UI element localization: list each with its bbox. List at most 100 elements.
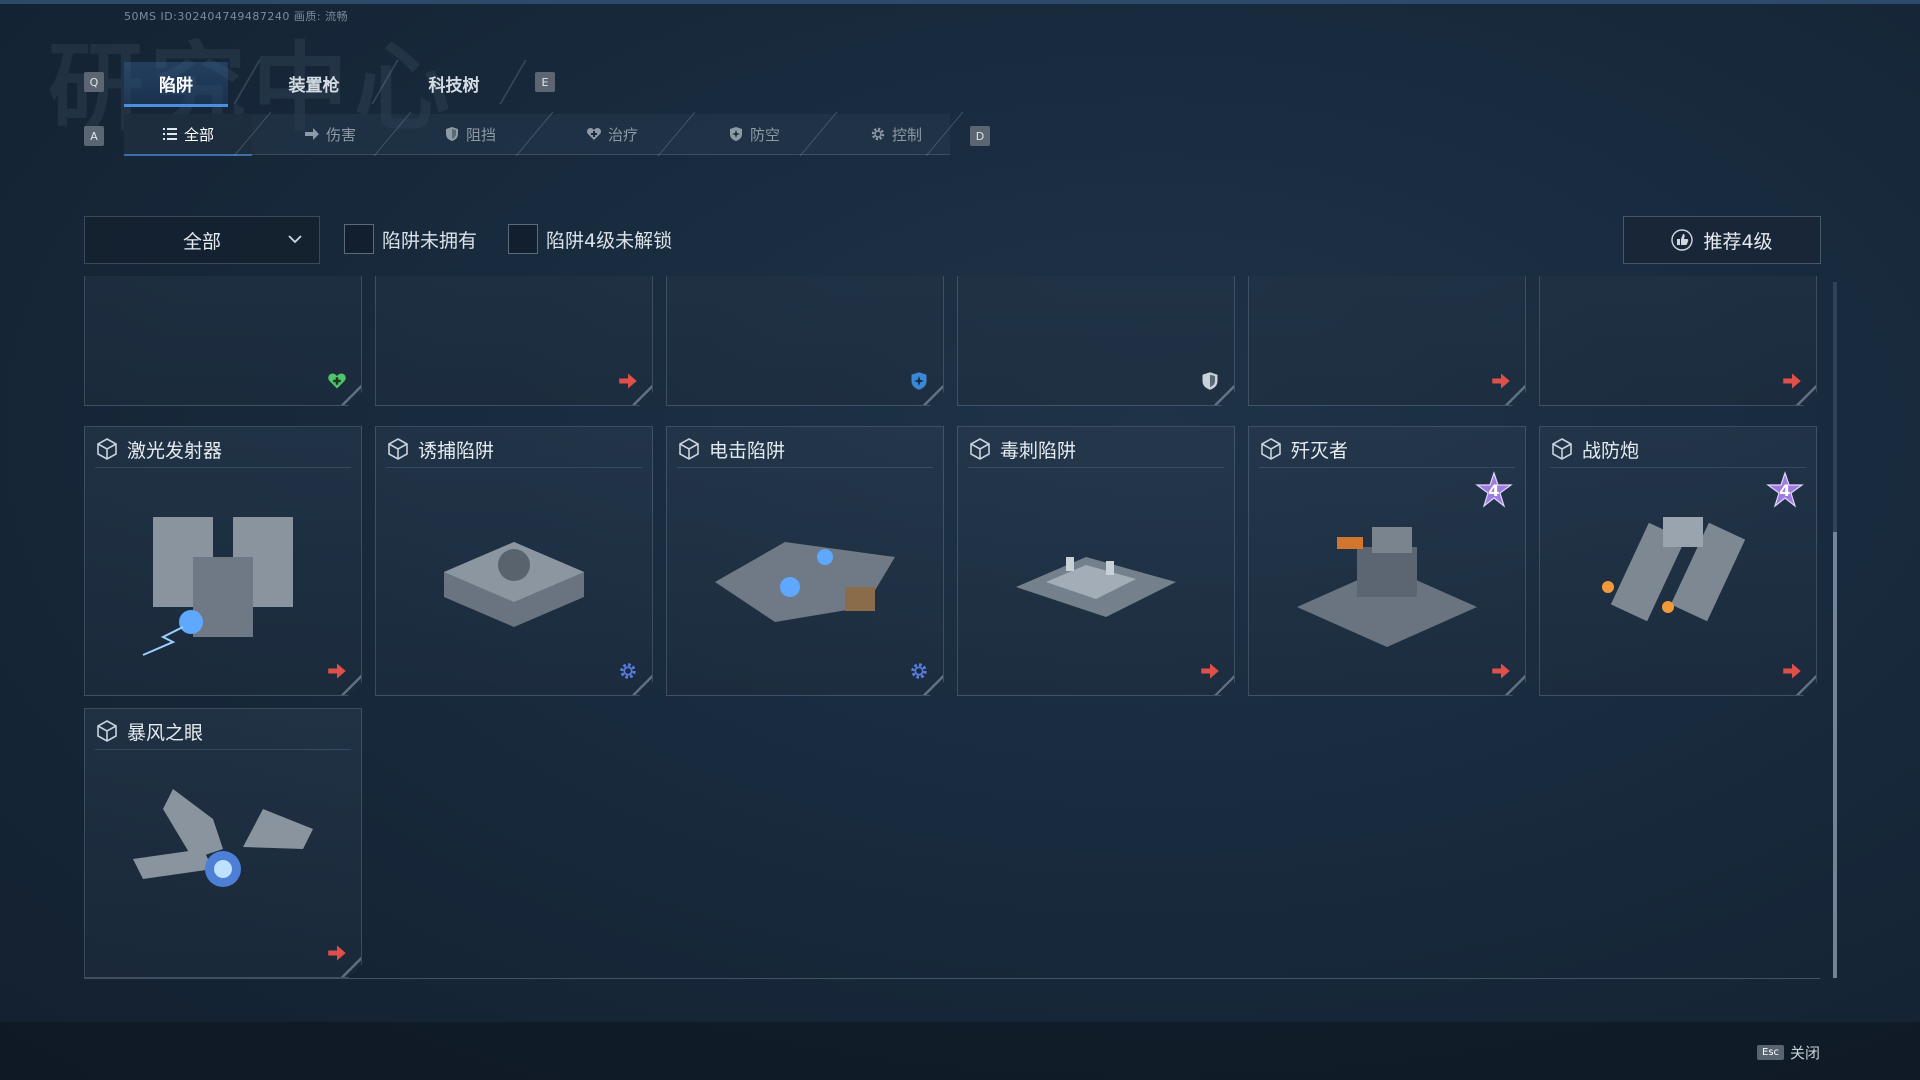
- trap-card-snare-trap[interactable]: 诱捕陷阱: [375, 426, 653, 696]
- cube-icon: [1550, 437, 1574, 461]
- card-corner: [341, 957, 361, 977]
- recommend-label: 推荐4级: [1703, 230, 1773, 253]
- close-label: 关闭: [1790, 1044, 1821, 1062]
- subtab-block[interactable]: 阻挡: [406, 114, 534, 154]
- cube-icon: [95, 437, 119, 461]
- subtab-label: 伤害: [325, 125, 356, 144]
- card-corner: [1214, 385, 1234, 405]
- card-header: 激光发射器: [95, 435, 351, 463]
- chevron-down-icon: [288, 235, 302, 244]
- trap-artwork: [986, 487, 1206, 657]
- card-name: 歼灭者: [1291, 439, 1349, 462]
- card-name: 毒刺陷阱: [1000, 439, 1077, 462]
- cube-icon: [677, 437, 701, 461]
- card-corner: [1214, 675, 1234, 695]
- trap-artwork: [1277, 487, 1497, 657]
- unowned-checkbox[interactable]: [344, 224, 374, 254]
- key-hint-a: A: [84, 126, 104, 146]
- trap-grid: 激光发射器 诱捕陷阱 电击陷阱 毒刺陷阱 歼灭者 4 战防炮 4 暴风之眼: [84, 276, 1820, 978]
- subtab-label: 控制: [891, 125, 922, 144]
- trap-card-storm-eye[interactable]: 暴风之眼: [84, 708, 362, 978]
- top-accent-line: [0, 0, 1920, 4]
- trap-card[interactable]: [84, 276, 362, 406]
- card-corner: [1505, 385, 1525, 405]
- subtab-label: 防空: [749, 125, 780, 144]
- subtab-label: 全部: [183, 125, 214, 144]
- thumbs-up-icon: [1671, 229, 1694, 251]
- gear-icon: [871, 127, 885, 141]
- footer-bar: [0, 1022, 1920, 1080]
- heart-plus-icon: [586, 127, 602, 140]
- trap-artwork: [404, 487, 624, 657]
- shield-icon: [445, 127, 458, 141]
- key-hint-d: D: [970, 126, 990, 146]
- trap-card-spike-trap[interactable]: 毒刺陷阱: [957, 426, 1235, 696]
- subtab-label: 阻挡: [465, 125, 496, 144]
- close-button[interactable]: Esc 关闭: [1757, 1042, 1820, 1063]
- card-divider: [95, 749, 351, 750]
- trap-card-laser-emitter[interactable]: 激光发射器: [84, 426, 362, 696]
- subtab-heal[interactable]: 治疗: [548, 114, 676, 154]
- card-divider: [968, 467, 1224, 468]
- card-name: 诱捕陷阱: [418, 439, 495, 462]
- trap-artwork: [1568, 487, 1788, 657]
- scrollbar-thumb[interactable]: [1833, 532, 1837, 978]
- tab-guardians[interactable]: 装置枪: [262, 62, 366, 104]
- card-name: 暴风之眼: [127, 721, 204, 744]
- card-header: 战防炮: [1550, 435, 1806, 463]
- card-corner: [632, 675, 652, 695]
- cube-icon: [968, 437, 992, 461]
- esc-key-hint: Esc: [1757, 1045, 1785, 1060]
- card-header: 诱捕陷阱: [386, 435, 642, 463]
- trap-card[interactable]: [1539, 276, 1817, 406]
- trap-card-annihilator[interactable]: 歼灭者 4: [1248, 426, 1526, 696]
- cube-icon: [386, 437, 410, 461]
- trap-artwork: [113, 487, 333, 657]
- card-divider: [677, 467, 933, 468]
- tab-traps[interactable]: 陷阱: [124, 62, 228, 107]
- grid-scrollbar[interactable]: [1833, 282, 1837, 978]
- card-corner: [923, 385, 943, 405]
- lv4-locked-checkbox-label[interactable]: 陷阱4级未解锁: [546, 226, 672, 253]
- trap-card[interactable]: [666, 276, 944, 406]
- cube-icon: [1259, 437, 1283, 461]
- card-header: 暴风之眼: [95, 717, 351, 745]
- build-info: 50MS ID:3024047494872​40 画质: 流畅: [124, 10, 349, 23]
- tab-tech-tree[interactable]: 科技树: [402, 62, 506, 104]
- card-corner: [1796, 385, 1816, 405]
- cube-icon: [95, 719, 119, 743]
- trap-artwork: [695, 487, 915, 657]
- card-name: 电击陷阱: [709, 439, 786, 462]
- trap-artwork: [113, 769, 333, 939]
- dropdown-value: 全部: [182, 230, 221, 253]
- card-divider: [386, 467, 642, 468]
- tab-label: 装置枪: [288, 75, 340, 96]
- subtab-all[interactable]: 全部: [124, 114, 252, 156]
- category-dropdown[interactable]: 全部: [84, 216, 320, 264]
- arrow-right-icon: [304, 128, 319, 140]
- subtab-anti-air[interactable]: 防空: [690, 114, 818, 154]
- unowned-checkbox-label[interactable]: 陷阱未拥有: [382, 226, 477, 253]
- card-divider: [1259, 467, 1515, 468]
- trap-card[interactable]: [1248, 276, 1526, 406]
- subtab-damage[interactable]: 伤害: [266, 114, 394, 154]
- grid-bottom-divider: [84, 978, 1820, 979]
- card-name: 激光发射器: [127, 439, 223, 462]
- lv4-locked-checkbox[interactable]: [508, 224, 538, 254]
- subtab-control[interactable]: 控制: [832, 114, 960, 154]
- card-divider: [1550, 467, 1806, 468]
- shield-plane-icon: [729, 127, 742, 141]
- trap-card[interactable]: [957, 276, 1235, 406]
- card-name: 战防炮: [1582, 439, 1640, 462]
- tab-label: 科技树: [428, 75, 480, 96]
- card-divider: [95, 467, 351, 468]
- trap-card-shock-trap[interactable]: 电击陷阱: [666, 426, 944, 696]
- key-hint-e: E: [535, 72, 555, 92]
- recommend-lv4-button[interactable]: 推荐4级: [1623, 216, 1821, 264]
- list-icon: [162, 128, 177, 140]
- card-corner: [341, 675, 361, 695]
- tab-label: 陷阱: [159, 75, 193, 96]
- trap-card[interactable]: [375, 276, 653, 406]
- card-header: 毒刺陷阱: [968, 435, 1224, 463]
- trap-card-anti-tank-cannon[interactable]: 战防炮 4: [1539, 426, 1817, 696]
